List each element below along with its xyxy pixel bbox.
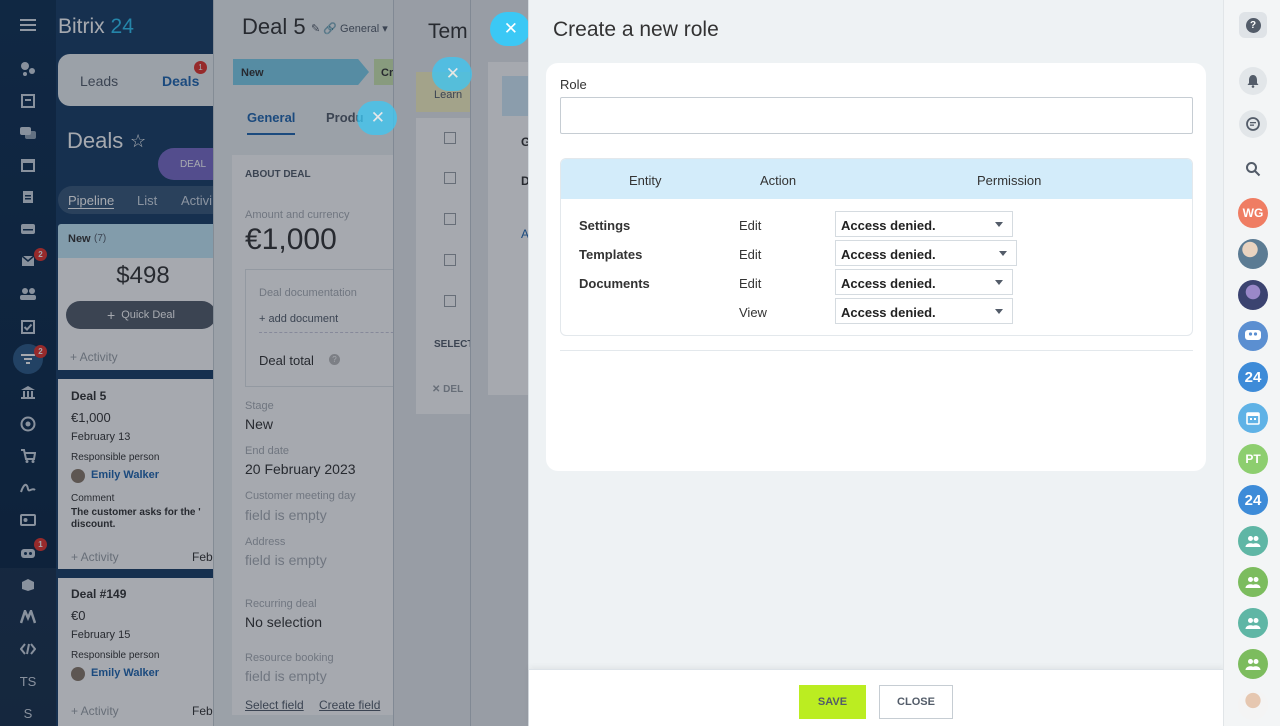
permission-select[interactable]: Access denied. [835, 211, 1013, 237]
role-form: Role Entity Action Permission Settings E… [546, 63, 1206, 471]
row-entity: Templates [579, 247, 643, 262]
chevron-down-icon [995, 309, 1003, 314]
right-bar: ? WG 24 PT 24 [1223, 0, 1280, 726]
role-label: Role [560, 77, 587, 92]
avatar[interactable] [1238, 280, 1268, 310]
help-icon: ? [1245, 17, 1261, 33]
row-action: Edit [739, 218, 762, 233]
chat-bubble-icon[interactable] [1239, 110, 1267, 138]
header-permission: Permission [977, 173, 1042, 188]
avatar[interactable]: WG [1238, 198, 1268, 228]
group-icon[interactable] [1238, 526, 1268, 556]
permission-select[interactable]: Access denied. [835, 269, 1013, 295]
search-icon[interactable] [1239, 155, 1267, 183]
create-role-slider: Create a new role Role Entity Action Per… [528, 0, 1224, 726]
close-button[interactable]: CLOSE [879, 685, 953, 719]
footer-bar: SAVE CLOSE [529, 669, 1224, 726]
group-chat-icon[interactable] [1238, 321, 1268, 351]
page-title: Create a new role [553, 18, 719, 41]
calendar-icon[interactable] [1238, 403, 1268, 433]
permission-select[interactable]: Access denied. [835, 298, 1013, 324]
bitrix24-icon[interactable]: 24 [1238, 362, 1268, 392]
permissions-table: Entity Action Permission Settings Edit A… [560, 158, 1193, 336]
overlay-shade [0, 0, 528, 726]
row-entity: Documents [579, 276, 650, 291]
group-icon[interactable] [1238, 649, 1268, 679]
row-action: View [739, 305, 767, 320]
row-action: Edit [739, 247, 762, 262]
header-entity: Entity [629, 173, 662, 188]
bell-icon[interactable] [1239, 67, 1267, 95]
close-icon[interactable]: ✕ [432, 57, 472, 91]
row-action: Edit [739, 276, 762, 291]
chevron-down-icon [995, 280, 1003, 285]
close-icon[interactable]: ✕ [357, 101, 397, 135]
avatar[interactable] [1238, 690, 1268, 720]
avatar[interactable] [1238, 239, 1268, 269]
avatar[interactable]: PT [1238, 444, 1268, 474]
divider [560, 350, 1193, 351]
bitrix24-icon[interactable]: 24 [1238, 485, 1268, 515]
help-button[interactable]: ? [1239, 12, 1267, 38]
role-input[interactable] [560, 97, 1193, 134]
save-button[interactable]: SAVE [799, 685, 866, 719]
table-header: Entity Action Permission [561, 159, 1192, 199]
header-action: Action [760, 173, 797, 188]
close-icon[interactable]: ✕ [490, 12, 530, 46]
row-entity: Settings [579, 218, 631, 233]
group-icon[interactable] [1238, 567, 1268, 597]
group-icon[interactable] [1238, 608, 1268, 638]
permission-select[interactable]: Access denied. [835, 240, 1017, 266]
chevron-down-icon [995, 222, 1003, 227]
chevron-down-icon [999, 251, 1007, 256]
